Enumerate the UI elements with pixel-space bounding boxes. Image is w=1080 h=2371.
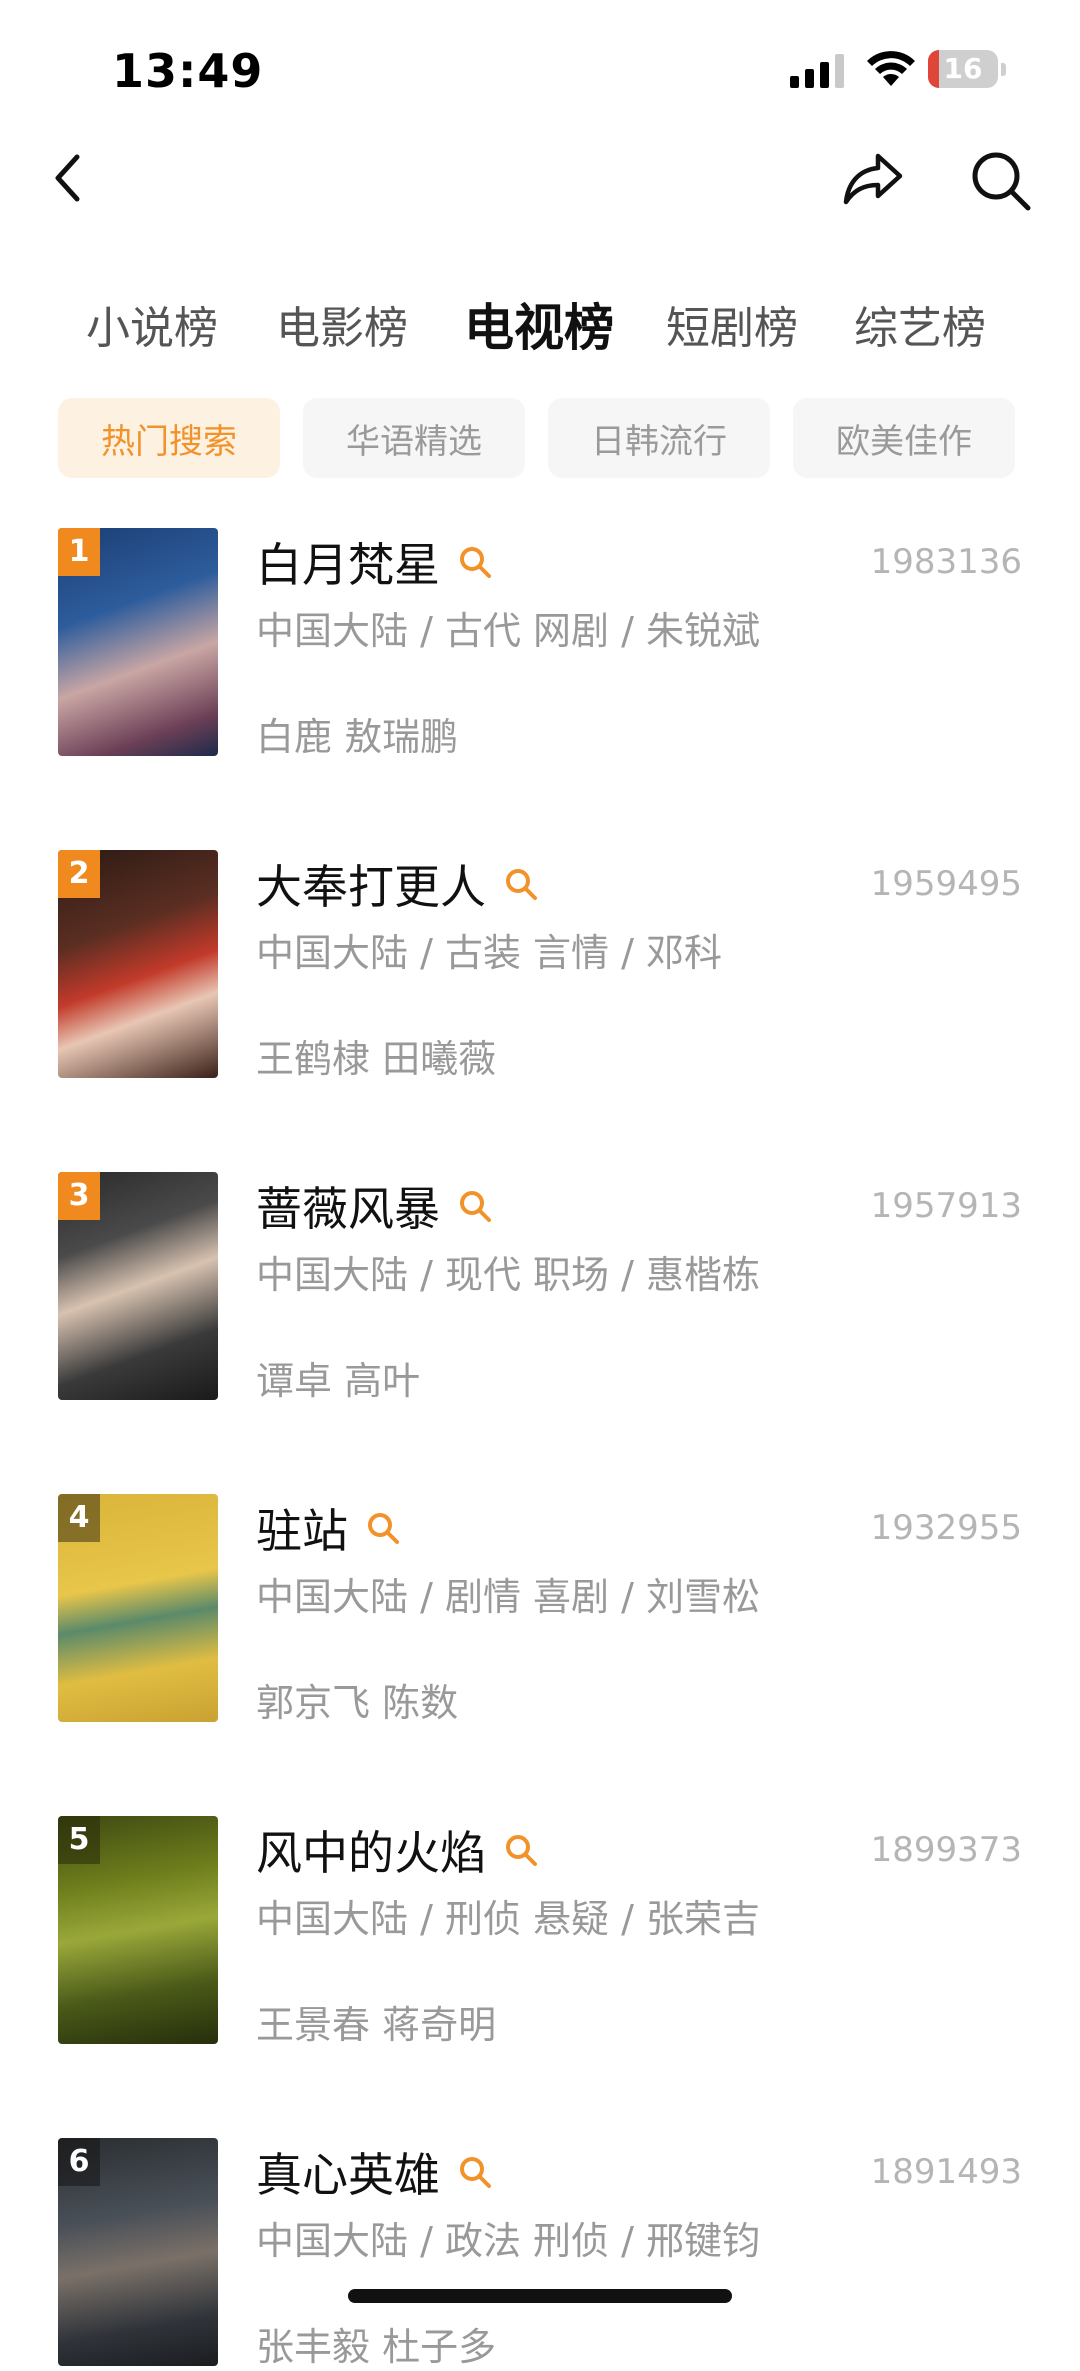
battery-indicator: 16 bbox=[928, 50, 1006, 90]
poster-image[interactable]: 3 bbox=[58, 1172, 218, 1400]
filter-chips: 热门搜索 华语精选 日韩流行 欧美佳作 bbox=[0, 398, 1080, 480]
share-button[interactable] bbox=[840, 148, 906, 210]
battery-percent: 16 bbox=[943, 52, 983, 85]
hot-score: 1899373 bbox=[870, 1830, 1022, 1870]
chip-japan-korea[interactable]: 日韩流行 bbox=[548, 398, 770, 478]
status-bar: 13:49 16 bbox=[0, 0, 1080, 130]
list-item[interactable]: 3 蔷薇风暴 1957913 中国大陆 / 现代 职场 / 惠楷栋 谭卓 高叶 bbox=[0, 1172, 1080, 1403]
item-actors: 白鹿 敖瑞鹏 bbox=[256, 715, 459, 759]
search-icon[interactable] bbox=[458, 1189, 492, 1223]
hot-score: 1957913 bbox=[870, 1186, 1022, 1226]
search-icon[interactable] bbox=[504, 1833, 538, 1867]
chip-chinese[interactable]: 华语精选 bbox=[303, 398, 525, 478]
back-button[interactable] bbox=[40, 148, 94, 208]
list-item[interactable]: 6 真心英雄 1891493 中国大陆 / 政法 刑侦 / 邢键钧 张丰毅 杜子… bbox=[0, 2138, 1080, 2369]
item-title[interactable]: 风中的火焰 bbox=[256, 1817, 486, 1883]
chevron-left-icon bbox=[55, 154, 80, 202]
home-indicator[interactable] bbox=[348, 2289, 732, 2303]
rank-badge: 2 bbox=[58, 850, 100, 898]
poster-image[interactable]: 1 bbox=[58, 528, 218, 756]
item-meta: 中国大陆 / 政法 刑侦 / 邢键钧 bbox=[256, 2219, 761, 2263]
poster-image[interactable]: 2 bbox=[58, 850, 218, 1078]
item-meta: 中国大陆 / 现代 职场 / 惠楷栋 bbox=[256, 1253, 761, 1297]
search-icon[interactable] bbox=[366, 1511, 400, 1545]
category-tabs: 小说榜 电影榜 电视榜 短剧榜 综艺榜 bbox=[0, 292, 1080, 362]
search-button[interactable] bbox=[968, 148, 1034, 214]
item-actors: 张丰毅 杜子多 bbox=[256, 2325, 497, 2369]
tab-variety[interactable]: 综艺榜 bbox=[854, 292, 986, 356]
tab-novel[interactable]: 小说榜 bbox=[86, 292, 218, 356]
rank-badge: 6 bbox=[58, 2138, 100, 2186]
chip-western[interactable]: 欧美佳作 bbox=[793, 398, 1015, 478]
search-icon bbox=[972, 152, 1031, 211]
item-actors: 谭卓 高叶 bbox=[256, 1359, 421, 1403]
item-meta: 中国大陆 / 古装 言情 / 邓科 bbox=[256, 931, 723, 975]
list-item[interactable]: 1 白月梵星 1983136 中国大陆 / 古代 网剧 / 朱锐斌 白鹿 敖瑞鹏 bbox=[0, 528, 1080, 759]
tab-tv[interactable]: 电视榜 bbox=[464, 288, 614, 360]
wifi-icon bbox=[867, 51, 915, 86]
hot-score: 1891493 bbox=[870, 2152, 1022, 2192]
list-item[interactable]: 2 大奉打更人 1959495 中国大陆 / 古装 言情 / 邓科 王鹤棣 田曦… bbox=[0, 850, 1080, 1081]
item-title[interactable]: 驻站 bbox=[256, 1495, 348, 1561]
hot-score: 1932955 bbox=[870, 1508, 1022, 1548]
rank-badge: 4 bbox=[58, 1494, 100, 1542]
search-icon[interactable] bbox=[458, 545, 492, 579]
item-meta: 中国大陆 / 古代 网剧 / 朱锐斌 bbox=[256, 609, 761, 653]
item-title[interactable]: 大奉打更人 bbox=[256, 851, 486, 917]
hot-score: 1983136 bbox=[870, 542, 1022, 582]
item-actors: 王鹤棣 田曦薇 bbox=[256, 1037, 497, 1081]
hot-score: 1959495 bbox=[870, 864, 1022, 904]
poster-image[interactable]: 5 bbox=[58, 1816, 218, 2044]
list-item[interactable]: 4 驻站 1932955 中国大陆 / 剧情 喜剧 / 刘雪松 郭京飞 陈数 bbox=[0, 1494, 1080, 1725]
item-actors: 王景春 蒋奇明 bbox=[256, 2003, 497, 2047]
item-title[interactable]: 真心英雄 bbox=[256, 2139, 440, 2205]
search-icon[interactable] bbox=[458, 2155, 492, 2189]
poster-image[interactable]: 6 bbox=[58, 2138, 218, 2366]
share-arrow-icon bbox=[843, 153, 903, 205]
tab-movie[interactable]: 电影榜 bbox=[276, 292, 408, 356]
cellular-signal-icon bbox=[790, 54, 844, 88]
item-title[interactable]: 蔷薇风暴 bbox=[256, 1173, 440, 1239]
search-icon[interactable] bbox=[504, 867, 538, 901]
list-item[interactable]: 5 风中的火焰 1899373 中国大陆 / 刑侦 悬疑 / 张荣吉 王景春 蒋… bbox=[0, 1816, 1080, 2047]
item-title[interactable]: 白月梵星 bbox=[256, 529, 440, 595]
rank-badge: 3 bbox=[58, 1172, 100, 1220]
item-actors: 郭京飞 陈数 bbox=[256, 1681, 459, 1725]
poster-image[interactable]: 4 bbox=[58, 1494, 218, 1722]
item-meta: 中国大陆 / 剧情 喜剧 / 刘雪松 bbox=[256, 1575, 761, 1619]
tab-short-drama[interactable]: 短剧榜 bbox=[666, 292, 798, 356]
chip-hot-search[interactable]: 热门搜索 bbox=[58, 398, 280, 478]
rank-badge: 1 bbox=[58, 528, 100, 576]
status-time: 13:49 bbox=[112, 44, 264, 98]
item-meta: 中国大陆 / 刑侦 悬疑 / 张荣吉 bbox=[256, 1897, 761, 1941]
rank-badge: 5 bbox=[58, 1816, 100, 1864]
